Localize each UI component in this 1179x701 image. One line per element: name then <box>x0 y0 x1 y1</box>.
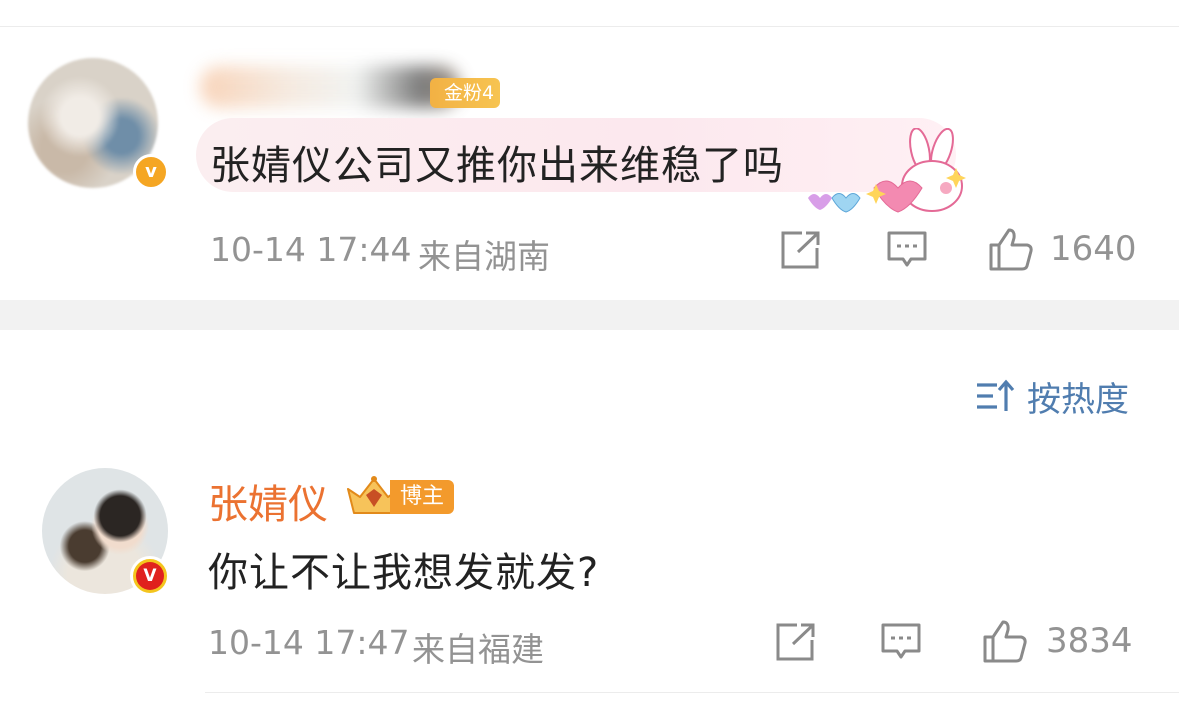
share-icon[interactable] <box>780 230 822 270</box>
sort-label: 按热度 <box>1027 379 1129 420</box>
section-divider <box>0 300 1179 330</box>
comment-icon[interactable] <box>886 230 928 270</box>
comment-text[interactable]: 你让不让我想发就发? <box>208 540 599 598</box>
username[interactable]: 张婧仪 <box>208 472 328 530</box>
like-icon[interactable] <box>988 226 1034 272</box>
verified-badge: V <box>130 556 170 596</box>
fan-level-badge: 金粉4 <box>430 78 501 108</box>
like-count: 1640 <box>1050 229 1137 269</box>
blogger-badge: 博主 <box>390 480 455 514</box>
comment-time: 10-14 17:44 <box>210 230 412 269</box>
bottom-divider <box>205 692 1179 693</box>
like-count: 3834 <box>1046 621 1133 661</box>
blurred-username <box>200 66 460 108</box>
like-icon[interactable] <box>982 618 1028 664</box>
comment-time: 10-14 17:47 <box>208 623 410 662</box>
share-icon[interactable] <box>775 622 817 662</box>
comment-location: 来自湖南 <box>418 237 550 276</box>
verified-badge: v <box>133 154 169 190</box>
comment-text[interactable]: 张婧仪公司又推你出来维稳了吗 <box>210 133 784 191</box>
sort-by-hot-button[interactable]: 按热度 <box>975 372 1129 420</box>
comment-icon[interactable] <box>880 622 922 662</box>
comment-location: 来自福建 <box>412 630 544 669</box>
bunny-heart-sticker-icon <box>808 128 966 213</box>
top-divider <box>0 26 1179 27</box>
sort-icon <box>977 379 1015 411</box>
